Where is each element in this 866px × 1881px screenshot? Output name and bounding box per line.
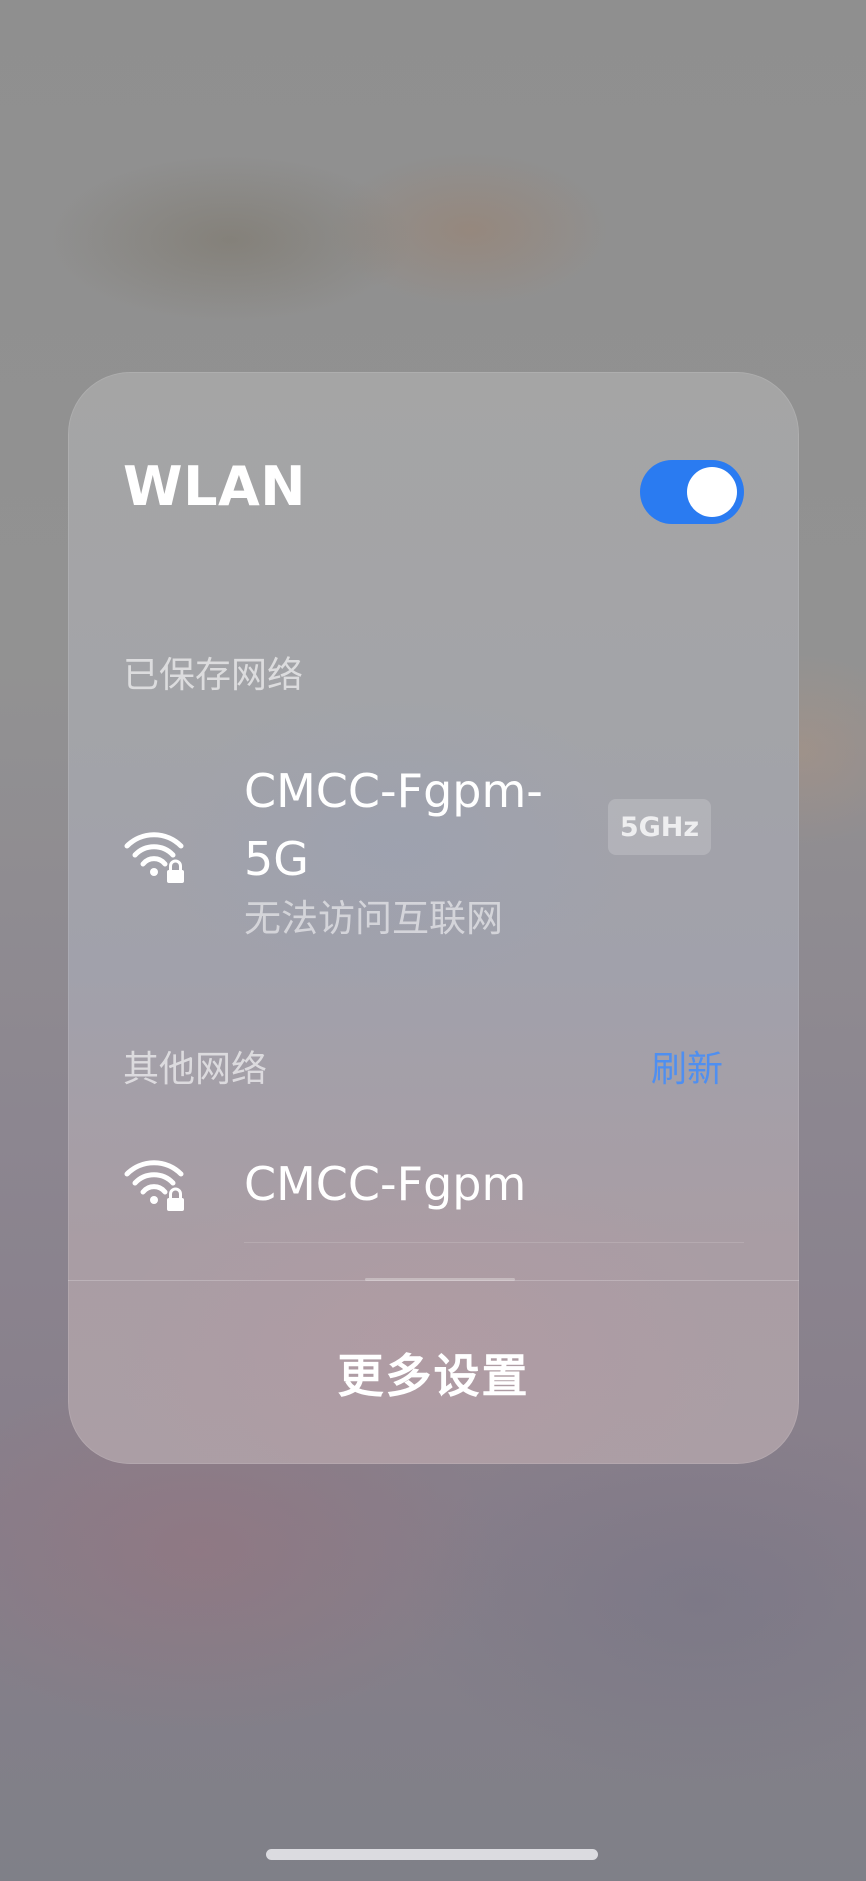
- wifi-lock-icon: [124, 1160, 184, 1211]
- band-badge: 5GHz: [608, 799, 711, 855]
- panel-title: WLAN: [123, 455, 306, 518]
- saved-network-name: CMCC-Fgpm-5G: [244, 764, 543, 886]
- other-networks-label: 其他网络: [123, 1049, 268, 1090]
- scroll-indicator: [365, 1278, 515, 1281]
- saved-network-status: 无法访问互联网: [244, 897, 503, 940]
- toggle-knob: [687, 467, 737, 517]
- more-settings-button[interactable]: 更多设置: [68, 1282, 799, 1464]
- refresh-button[interactable]: 刷新: [651, 1052, 723, 1088]
- wlan-panel: WLAN 已保存网络 CMCC-Fgpm-5G 无法访问互联网 5GHz 其他网…: [68, 372, 799, 1464]
- row-divider: [244, 1242, 744, 1243]
- wlan-toggle[interactable]: [640, 460, 744, 524]
- home-indicator[interactable]: [266, 1849, 598, 1860]
- saved-networks-label: 已保存网络: [123, 655, 304, 696]
- wifi-lock-icon: [124, 832, 184, 883]
- other-network-name[interactable]: CMCC-Fgpm: [244, 1150, 526, 1218]
